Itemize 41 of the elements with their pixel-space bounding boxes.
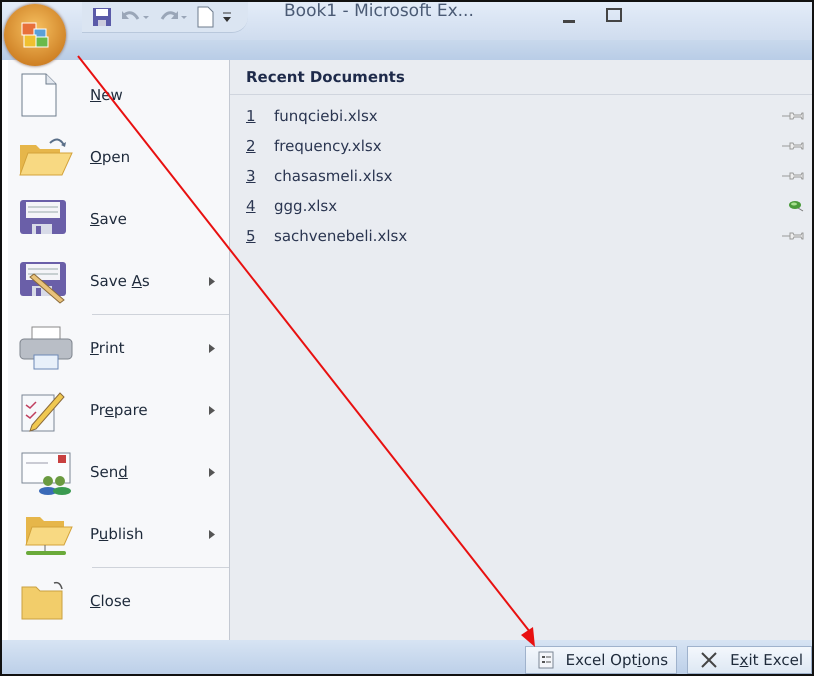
menu-item[interactable]: Save — [8, 188, 229, 250]
new-document-icon[interactable] — [196, 6, 214, 28]
recent-document[interactable]: 1 funqciebi.xlsx — [230, 101, 812, 131]
pushpin-icon[interactable] — [782, 141, 804, 151]
document-name: sachvenebeli.xlsx — [274, 227, 408, 245]
document-number: 2 — [246, 137, 257, 155]
menu-item[interactable]: Close — [8, 570, 229, 632]
office-button[interactable] — [4, 4, 66, 66]
options-button[interactable]: Excel Options — [524, 646, 678, 674]
menu-item[interactable]: Publish — [8, 503, 229, 565]
menu-item[interactable]: Save As — [8, 250, 229, 312]
close-icon — [700, 651, 718, 669]
pushpin-icon[interactable] — [782, 111, 804, 121]
document-name: chasasmeli.xlsx — [274, 167, 394, 185]
document-name: funqciebi.xlsx — [274, 107, 379, 125]
recent-document[interactable]: 4 ggg.xlsx — [230, 191, 812, 221]
document-number: 5 — [246, 227, 257, 245]
pushpin-icon[interactable] — [782, 231, 804, 241]
pushpin-icon[interactable] — [782, 171, 804, 181]
options-list-icon — [538, 651, 554, 669]
pushpin-icon[interactable] — [788, 200, 804, 212]
menu-item[interactable]: Open — [8, 126, 229, 188]
menu-item[interactable]: Print — [8, 317, 229, 379]
document-number: 1 — [246, 107, 257, 125]
document-number: 4 — [246, 197, 257, 215]
recent-document[interactable]: 3 chasasmeli.xlsx — [230, 161, 812, 191]
window-title: Book1 - Microsoft Ex... — [284, 2, 474, 20]
maximize-icon[interactable] — [606, 8, 622, 22]
recent-document[interactable]: 2 frequency.xlsx — [230, 131, 812, 161]
document-name: frequency.xlsx — [274, 137, 383, 155]
save-icon[interactable] — [92, 7, 112, 27]
printer-icon — [18, 325, 74, 371]
menu-item[interactable]: Send — [8, 441, 229, 503]
menu-item[interactable]: Prepare — [8, 379, 229, 441]
recent-document[interactable]: 5 sachvenebeli.xlsx — [230, 221, 812, 251]
recent-documents-heading: Recent Documents — [230, 60, 812, 95]
document-number: 3 — [246, 167, 257, 185]
office-logo-icon — [20, 21, 50, 49]
customize-toolbar-icon[interactable] — [222, 11, 232, 23]
exit-button[interactable]: Exit Excel — [687, 646, 812, 674]
document-name: ggg.xlsx — [274, 197, 338, 215]
